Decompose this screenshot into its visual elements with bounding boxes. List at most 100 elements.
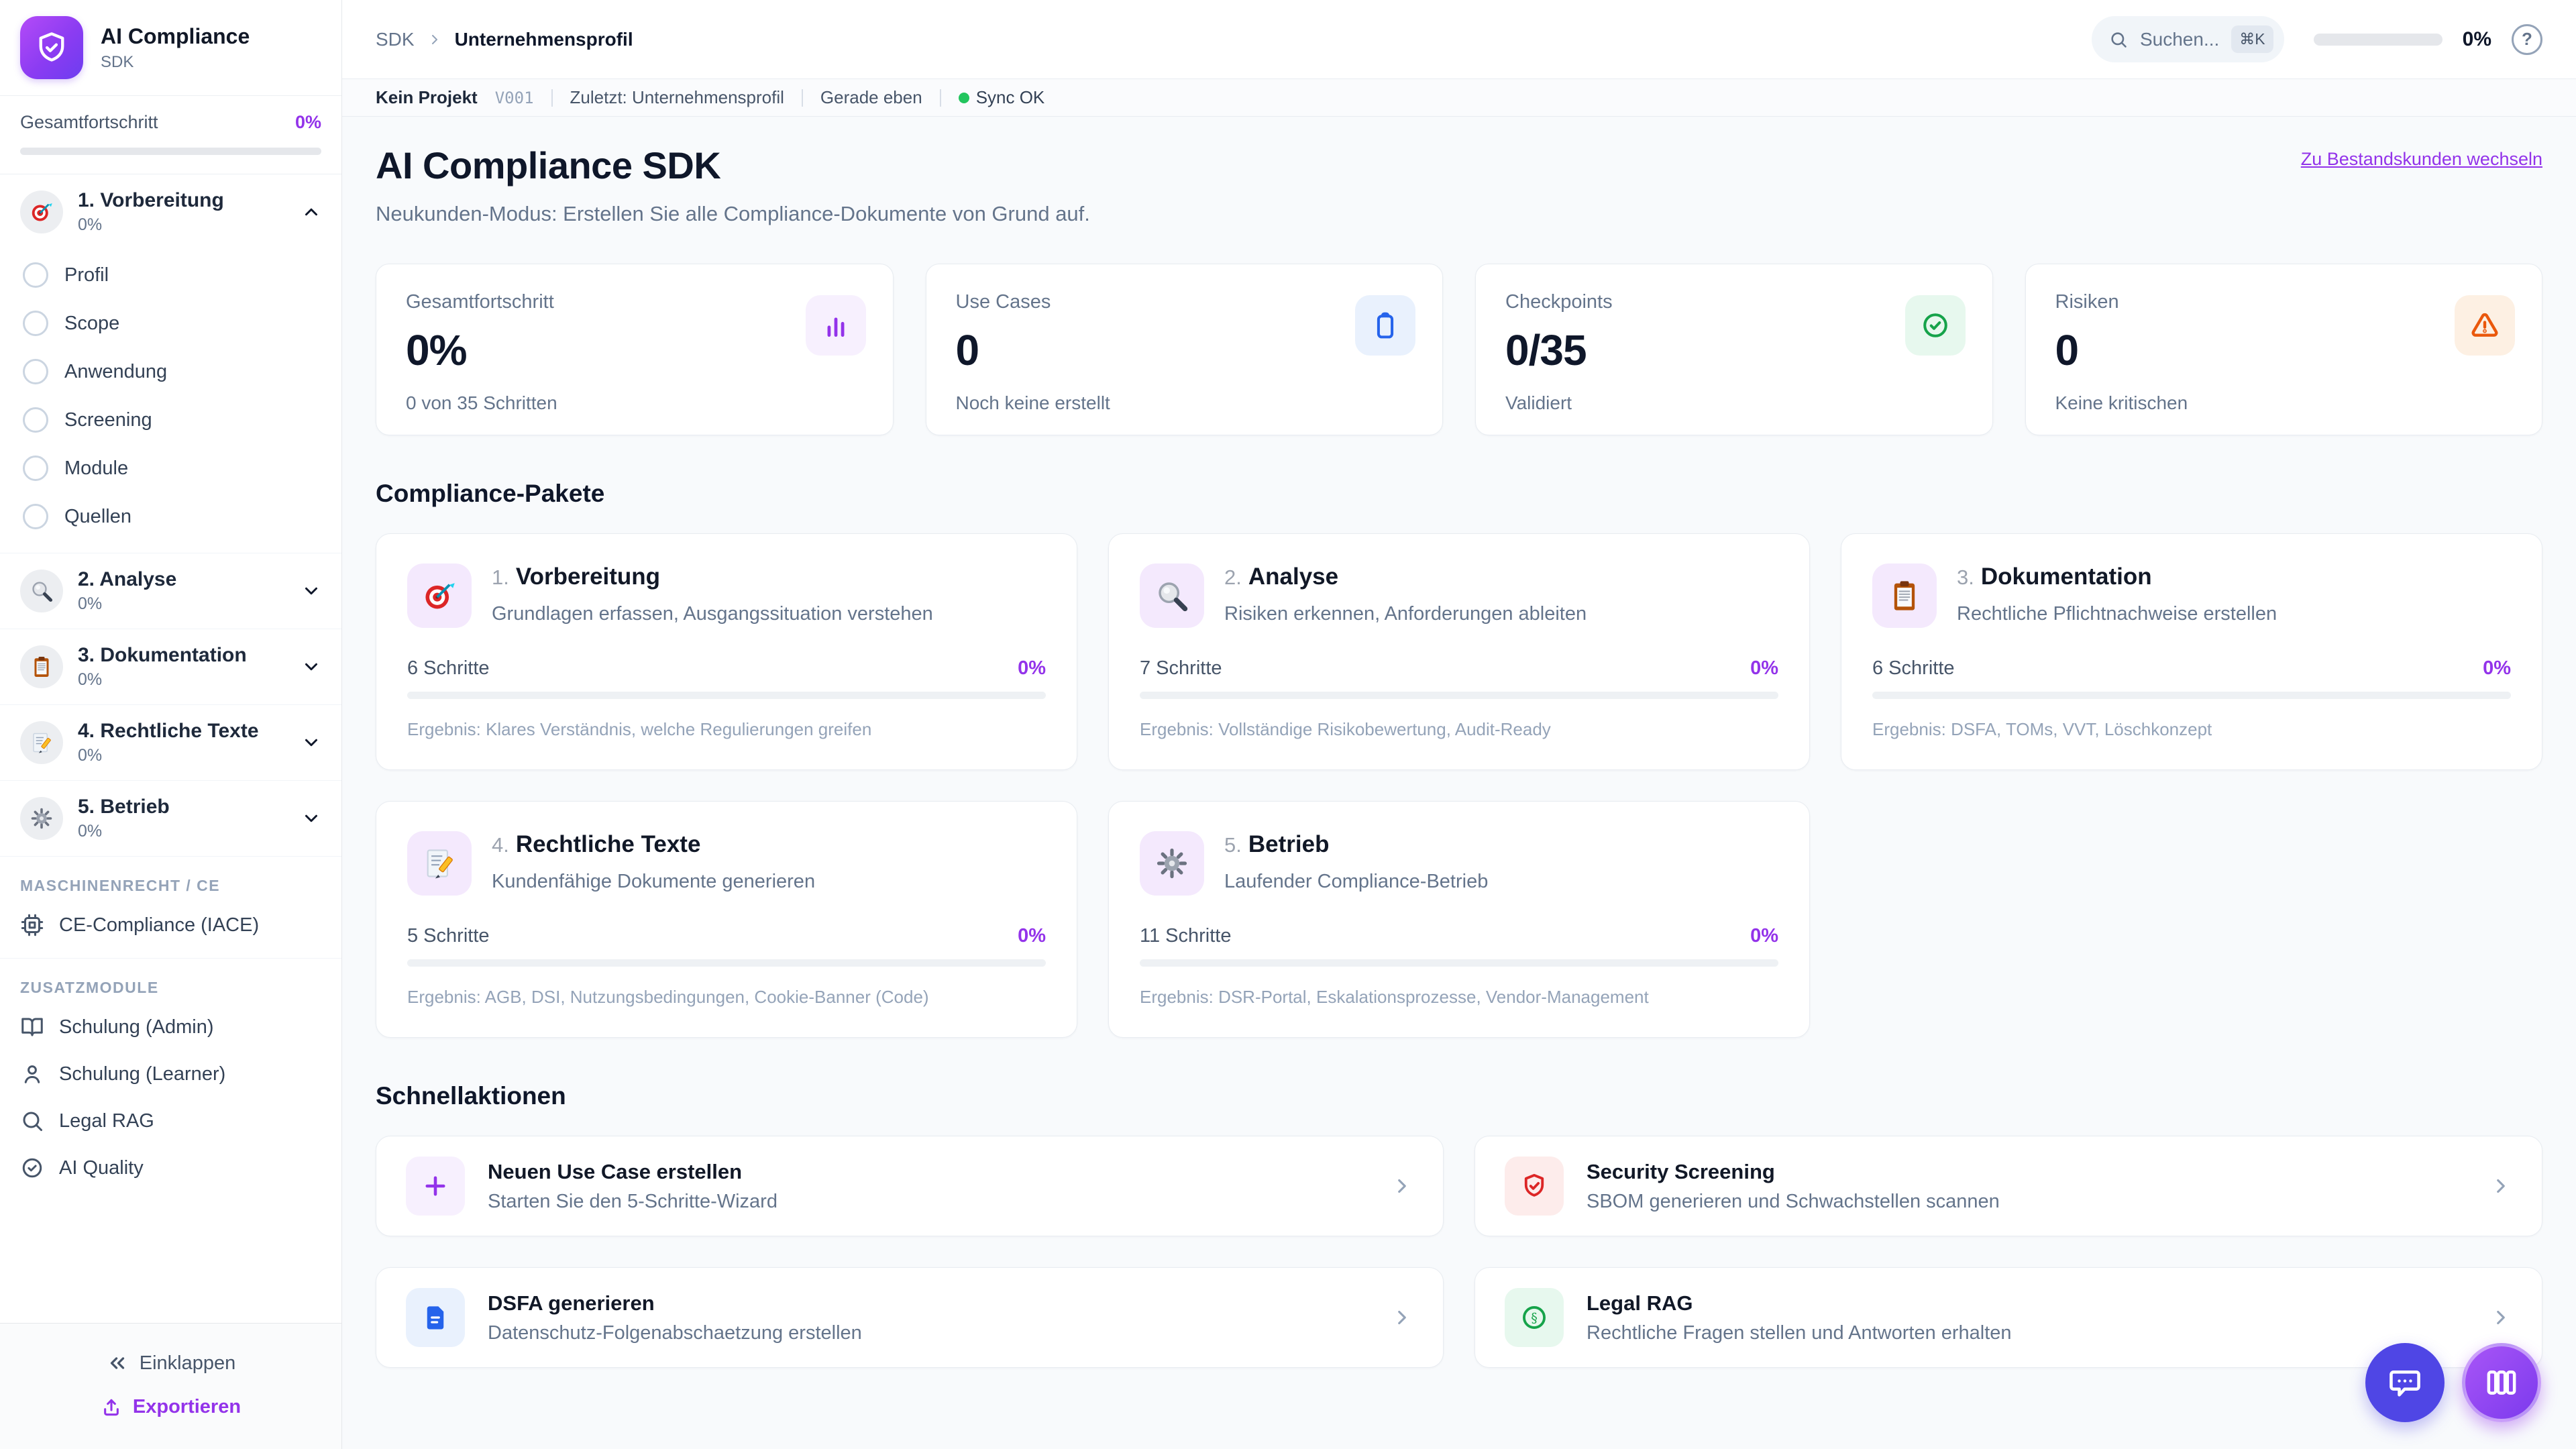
switch-mode-link[interactable]: Zu Bestandskunden wechseln: [2301, 149, 2542, 170]
search-icon: [20, 1109, 44, 1133]
quick-action-subtitle: SBOM generieren und Schwachstellen scann…: [1587, 1190, 2000, 1212]
package-card-analyse[interactable]: 2. Analyse Risiken erkennen, Anforderunge…: [1108, 533, 1810, 770]
kanban-board-fab-button[interactable]: [2462, 1343, 2541, 1422]
page-subtitle: Neukunden-Modus: Erstellen Sie alle Comp…: [376, 202, 1090, 225]
package-result: Ergebnis: DSFA, TOMs, VVT, Löschkonzept: [1872, 719, 2212, 739]
overall-progress-label: Gesamtfortschritt: [20, 112, 158, 132]
stat-card-risiken: Risiken 0 Keine kritischen: [2025, 264, 2542, 435]
sidebar-item-schulung-admin[interactable]: Schulung (Admin): [0, 1004, 341, 1051]
nav-section-header-betrieb[interactable]: 5. Betrieb 0%: [0, 781, 341, 856]
search-placeholder: Suchen...: [2139, 28, 2220, 50]
package-number: 1.: [492, 566, 509, 589]
sidebar-item-schulung-learner[interactable]: Schulung (Learner): [0, 1051, 341, 1097]
sidebar-item-anwendung[interactable]: Anwendung: [0, 347, 341, 396]
stat-sub: Noch keine erstellt: [955, 392, 1110, 413]
magnifier-emoji-icon: [1140, 564, 1204, 628]
sidebar-item-profil[interactable]: Profil: [0, 251, 341, 299]
sidebar-item-ce-compliance[interactable]: CE-Compliance (IACE): [0, 902, 341, 949]
sidebar-item-scope[interactable]: Scope: [0, 299, 341, 347]
stat-label: Checkpoints: [1505, 291, 1613, 313]
sidebar-item-label: AI Quality: [59, 1157, 144, 1179]
package-percent: 0%: [1018, 925, 1046, 947]
radio-circle-icon: [23, 359, 48, 384]
stat-label: Use Cases: [955, 291, 1051, 313]
package-progress-bar: [1140, 692, 1778, 699]
stat-card-checkpoints: Checkpoints 0/35 Validiert: [1475, 264, 1993, 435]
header-progress-bar: [2313, 33, 2443, 46]
clipboard-emoji-icon: [20, 645, 63, 688]
memo-emoji-icon: [20, 721, 63, 764]
statusbar: Kein Projekt V001 Zuletzt: Unternehmensp…: [342, 79, 2576, 117]
package-description: Rechtliche Pflichtnachweise erstellen: [1957, 603, 2277, 625]
package-result: Ergebnis: DSR-Portal, Eskalationsprozess…: [1140, 987, 1649, 1007]
clipboard-icon: [1355, 295, 1415, 356]
breadcrumb-root[interactable]: SDK: [376, 29, 415, 50]
chevron-right-icon: [2489, 1175, 2512, 1197]
export-label: Exportieren: [132, 1396, 241, 1417]
radio-circle-icon: [23, 407, 48, 433]
package-steps: 6 Schritte: [1872, 657, 1955, 679]
package-number: 4.: [492, 833, 509, 857]
columns-icon: [2483, 1364, 2520, 1401]
quick-action-title: Legal RAG: [1587, 1291, 1693, 1315]
sidebar-item-label: Schulung (Learner): [59, 1063, 226, 1085]
group-label-maschinenrecht: MASCHINENRECHT / CE: [20, 877, 221, 894]
help-button[interactable]: ?: [2512, 23, 2542, 55]
quick-action-dsfa-generieren[interactable]: DSFA generieren Datenschutz-Folgenabscha…: [376, 1267, 1444, 1368]
gear-emoji-icon: [20, 797, 63, 840]
nav-section-vorbereitung: 1. Vorbereitung 0% Profil Scope Anwendun…: [0, 174, 341, 553]
radio-circle-icon: [23, 455, 48, 481]
status-divider: [939, 89, 941, 107]
package-title: Analyse: [1248, 564, 1339, 590]
collapse-sidebar-button[interactable]: Einklappen: [0, 1341, 341, 1385]
search-input[interactable]: Suchen... ⌘K: [2091, 16, 2284, 62]
nav-section-header-analyse[interactable]: 2. Analyse 0%: [0, 553, 341, 629]
app-logo-block: AI Compliance SDK: [0, 0, 341, 96]
check-circle-icon: [1904, 295, 1966, 356]
status-project: Kein Projekt: [376, 87, 478, 107]
package-result: Ergebnis: Klares Verständnis, welche Reg…: [407, 719, 872, 739]
chat-fab-button[interactable]: [2365, 1343, 2445, 1422]
collapse-label: Einklappen: [139, 1352, 236, 1374]
stat-value: 0/35: [1505, 326, 1587, 374]
overall-progress-bar: [20, 148, 321, 155]
sidebar-item-screening[interactable]: Screening: [0, 396, 341, 444]
package-description: Kundenfähige Dokumente generieren: [492, 871, 816, 892]
main-area: SDK Unternehmensprofil Suchen... ⌘K 0% ?…: [342, 0, 2576, 1449]
overall-progress-block: Gesamtfortschritt 0%: [0, 96, 341, 174]
sidebar-item-legal-rag[interactable]: Legal RAG: [0, 1097, 341, 1144]
sidebar-item-label: Screening: [64, 409, 152, 431]
shield-check-logo-icon: [20, 16, 83, 79]
overall-progress-value: 0%: [294, 112, 321, 132]
sidebar-item-quellen[interactable]: Quellen: [0, 492, 341, 541]
sidebar-item-ai-quality[interactable]: AI Quality: [0, 1144, 341, 1191]
nav-section-dokumentation: 3. Dokumentation 0%: [0, 629, 341, 705]
sidebar-item-label: Module: [64, 457, 129, 479]
package-card-rechtliche-texte[interactable]: 4. Rechtliche Texte Kundenfähige Dokument…: [376, 801, 1077, 1038]
nav-section-percent: 0%: [78, 822, 103, 841]
package-number: 5.: [1224, 833, 1242, 857]
nav-section-label: 5. Betrieb: [78, 796, 170, 818]
chevrons-left-icon: [106, 1352, 129, 1375]
nav-section-header-rechtliche-texte[interactable]: 4. Rechtliche Texte 0%: [0, 705, 341, 780]
export-button[interactable]: Exportieren: [0, 1385, 341, 1429]
package-card-betrieb[interactable]: 5. Betrieb Laufender Compliance-Betrieb 1…: [1108, 801, 1810, 1038]
chat-bubble-icon: [2385, 1363, 2424, 1402]
svg-text:§: §: [1531, 1310, 1538, 1326]
app-name: AI Compliance: [101, 23, 250, 48]
target-emoji-icon: [20, 191, 63, 233]
package-card-dokumentation[interactable]: 3. Dokumentation Rechtliche Pflichtnachwe…: [1841, 533, 2542, 770]
cpu-icon: [20, 913, 44, 937]
radio-circle-icon: [23, 311, 48, 336]
nav-section-header-vorbereitung[interactable]: 1. Vorbereitung 0%: [0, 174, 341, 250]
package-result: Ergebnis: Vollständige Risikobewertung, …: [1140, 719, 1551, 739]
nav-section-header-dokumentation[interactable]: 3. Dokumentation 0%: [0, 629, 341, 704]
quick-action-security-screening[interactable]: Security Screening SBOM generieren und S…: [1474, 1136, 2542, 1236]
package-progress-bar: [1140, 959, 1778, 967]
quick-action-new-use-case[interactable]: Neuen Use Case erstellen Starten Sie den…: [376, 1136, 1444, 1236]
package-progress-bar: [407, 959, 1046, 967]
sidebar-item-module[interactable]: Module: [0, 444, 341, 492]
package-card-vorbereitung[interactable]: 1. Vorbereitung Grundlagen erfassen, Ausg…: [376, 533, 1077, 770]
bar-chart-icon: [805, 295, 866, 356]
upload-icon: [101, 1397, 122, 1418]
